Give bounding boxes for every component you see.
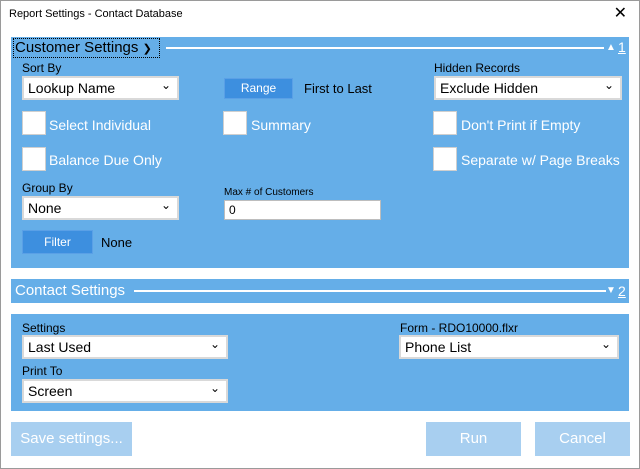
form-label: Form - RDO10000.flxr xyxy=(400,321,519,335)
max-customers-input[interactable]: 0 xyxy=(224,200,381,220)
hidden-records-dropdown[interactable]: Exclude Hidden ⌄ xyxy=(434,76,622,100)
customer-settings-title: Customer Settings ❯ xyxy=(15,39,152,56)
chevron-down-icon: ⌄ xyxy=(209,381,220,395)
chevron-down-icon: ⌄ xyxy=(209,337,220,351)
balance-due-only-label: Balance Due Only xyxy=(49,152,162,168)
sort-by-dropdown[interactable]: Lookup Name ⌄ xyxy=(22,76,179,100)
chevron-down-icon: ⌄ xyxy=(603,78,614,92)
title-bar: Report Settings - Contact Database ✕ xyxy=(1,1,639,29)
section-number: 1 xyxy=(618,39,626,55)
separate-page-breaks-label: Separate w/ Page Breaks xyxy=(461,152,620,168)
customer-settings-header[interactable]: Customer Settings ❯ ▲ 1 xyxy=(11,37,629,59)
save-settings-button[interactable]: Save settings... xyxy=(11,422,132,456)
form-value: Phone List xyxy=(405,339,472,355)
print-to-value: Screen xyxy=(28,383,73,399)
cancel-button[interactable]: Cancel xyxy=(535,422,630,456)
group-by-dropdown[interactable]: None ⌄ xyxy=(22,196,179,220)
print-to-label: Print To xyxy=(22,364,63,378)
section-divider xyxy=(134,290,606,292)
group-by-value: None xyxy=(28,200,62,216)
close-icon[interactable]: ✕ xyxy=(614,4,627,24)
separate-page-breaks-checkbox[interactable] xyxy=(433,147,457,171)
chevron-down-icon: ⌄ xyxy=(600,337,611,351)
select-individual-label: Select Individual xyxy=(49,117,151,133)
sort-by-label: Sort By xyxy=(22,61,62,75)
chevron-down-icon: ⌄ xyxy=(160,78,171,92)
hidden-records-label: Hidden Records xyxy=(434,61,521,75)
section-number: 2 xyxy=(618,283,626,299)
report-settings-window: Report Settings - Contact Database ✕ Cus… xyxy=(0,0,640,469)
contact-settings-title: Contact Settings xyxy=(15,282,126,299)
dont-print-if-empty-checkbox[interactable] xyxy=(433,111,457,135)
form-dropdown[interactable]: Phone List ⌄ xyxy=(399,335,619,359)
dont-print-if-empty-label: Don't Print if Empty xyxy=(461,117,581,133)
settings-dropdown[interactable]: Last Used ⌄ xyxy=(22,335,228,359)
settings-label: Settings xyxy=(22,321,66,335)
summary-checkbox[interactable] xyxy=(223,111,247,135)
print-to-dropdown[interactable]: Screen ⌄ xyxy=(22,379,228,403)
range-value: First to Last xyxy=(304,81,372,96)
run-button[interactable]: Run xyxy=(426,422,521,456)
collapse-up-icon[interactable]: ▲ xyxy=(606,42,616,53)
window-title: Report Settings - Contact Database xyxy=(9,8,183,20)
chevron-down-icon: ⌄ xyxy=(160,198,171,212)
filter-value: None xyxy=(101,235,133,250)
sort-by-value: Lookup Name xyxy=(28,80,116,96)
chevron-down-icon: ❯ xyxy=(142,43,152,55)
filter-button[interactable]: Filter xyxy=(22,230,93,254)
group-by-label: Group By xyxy=(22,181,73,195)
max-customers-label: Max # of Customers xyxy=(224,187,314,198)
expand-down-icon[interactable]: ▼ xyxy=(606,285,616,296)
balance-due-only-checkbox[interactable] xyxy=(22,147,46,171)
contact-settings-header[interactable]: Contact Settings ▼ 2 xyxy=(11,279,629,303)
hidden-records-value: Exclude Hidden xyxy=(440,80,539,96)
settings-value: Last Used xyxy=(28,339,92,355)
section-divider xyxy=(166,47,604,49)
summary-label: Summary xyxy=(251,117,311,133)
range-button[interactable]: Range xyxy=(224,78,293,99)
select-individual-checkbox[interactable] xyxy=(22,111,46,135)
